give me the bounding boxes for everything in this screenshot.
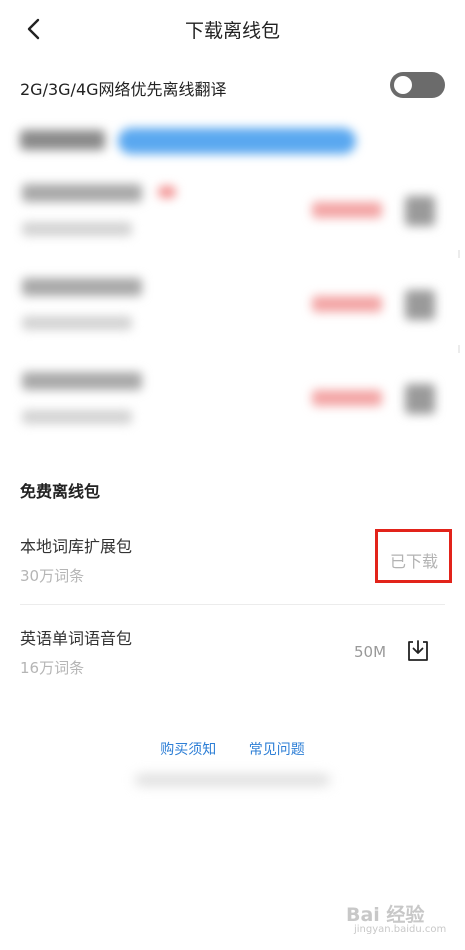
faq-link[interactable]: 常见问题 xyxy=(249,742,305,758)
blurred-row-name xyxy=(22,372,142,390)
edge-divider xyxy=(458,345,460,353)
watermark-brand: Bai 经验 xyxy=(346,904,425,926)
page-title: 下载离线包 xyxy=(184,20,280,42)
watermark: Bai 经验 jingyan.baidu.com xyxy=(346,898,458,942)
toggle-label: 2G/3G/4G网络优先离线翻译 xyxy=(20,80,227,99)
offline-translate-toggle[interactable] xyxy=(390,72,445,98)
section-title: 免费离线包 xyxy=(20,482,101,501)
mobile-network-offline-setting: 2G/3G/4G网络优先离线翻译 xyxy=(20,72,445,102)
top-bar: 下载离线包 xyxy=(0,0,465,60)
blurred-row-name xyxy=(22,278,142,296)
watermark-url: jingyan.baidu.com xyxy=(354,924,447,935)
blurred-badge xyxy=(158,186,176,198)
blurred-content xyxy=(0,112,465,442)
blurred-row-name xyxy=(22,184,142,202)
purchase-notes-link[interactable]: 购买须知 xyxy=(160,742,216,758)
blurred-download-icon xyxy=(405,384,435,414)
blurred-row-sub xyxy=(22,222,132,236)
blurred-text xyxy=(135,775,330,785)
blurred-row-sub xyxy=(22,316,132,330)
blurred-footer-text xyxy=(125,765,340,795)
divider xyxy=(20,604,445,605)
blurred-price xyxy=(312,202,382,218)
package-size: 50M xyxy=(354,643,387,661)
blurred-price xyxy=(312,390,382,406)
blurred-price xyxy=(312,296,382,312)
package-name: 本地词库扩展包 xyxy=(20,537,133,556)
downloaded-status: 已下载 xyxy=(390,552,439,571)
blurred-banner xyxy=(118,128,356,154)
package-name: 英语单词语音包 xyxy=(20,629,133,648)
edge-divider xyxy=(458,250,460,258)
download-icon[interactable] xyxy=(405,638,431,664)
paid-packages-section-blurred xyxy=(0,112,465,442)
package-entry-count: 30万词条 xyxy=(20,567,85,585)
blurred-download-icon xyxy=(405,290,435,320)
toggle-knob xyxy=(394,76,412,94)
package-entry-count: 16万词条 xyxy=(20,659,85,677)
blurred-title xyxy=(20,130,105,150)
blurred-row-sub xyxy=(22,410,132,424)
blurred-download-icon xyxy=(405,196,435,226)
list-item[interactable]: 英语单词语音包 16万词条 xyxy=(0,625,465,695)
footer-links: 购买须知 常见问题 xyxy=(0,739,465,759)
